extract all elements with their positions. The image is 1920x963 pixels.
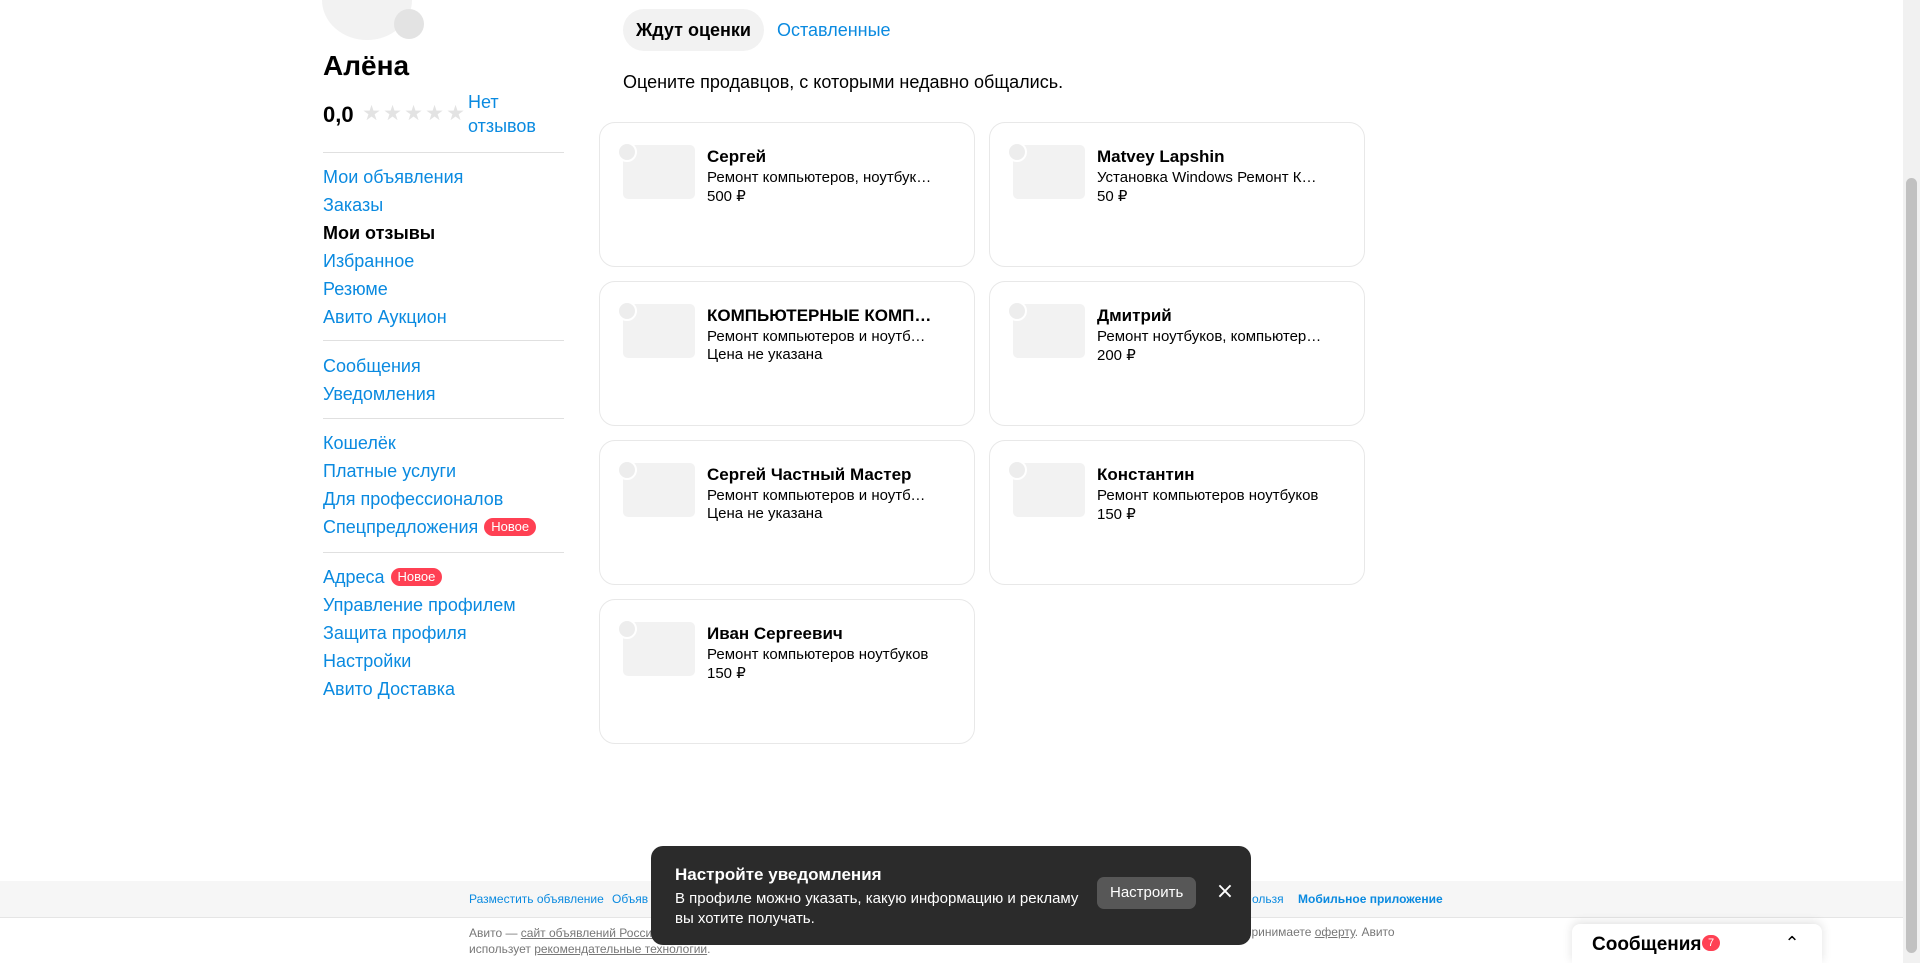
sidebar-item-profile-management[interactable]: Управление профилем <box>323 591 563 619</box>
avatar-edit-icon[interactable] <box>394 9 424 39</box>
listing-title: Ремонт компьютеров ноутбуков <box>1097 487 1319 504</box>
listing-title: Установка Windows Ремонт Компьютеров <box>1097 169 1322 186</box>
seller-name: Константин <box>1097 465 1195 484</box>
sidebar-group-account: Мои объявления Заказы Мои отзывы Избранн… <box>323 163 563 331</box>
sidebar-item-orders[interactable]: Заказы <box>323 191 563 219</box>
tab-left[interactable]: Оставленные <box>764 9 904 51</box>
listing-title: Ремонт компьютеров, ноутбуков <box>707 169 932 186</box>
scrollbar-thumb[interactable] <box>1906 178 1917 953</box>
profile-name: Алёна <box>323 50 410 81</box>
listing-title: Ремонт компьютеров и ноутбуков <box>707 487 932 504</box>
seller-avatar <box>1007 142 1027 162</box>
listing-title: Ремонт компьютеров ноутбуков <box>707 646 929 663</box>
sidebar-item-profile-protection[interactable]: Защита профиля <box>323 619 563 647</box>
seller-card[interactable]: Сергей Частный Мастер Ремонт компьютеров… <box>599 440 975 585</box>
sidebar-item-wallet[interactable]: Кошелёк <box>323 429 563 457</box>
listing-price: Цена не указана <box>707 505 823 522</box>
sidebar-item-notifications[interactable]: Уведомления <box>323 380 563 408</box>
toast-title: Настройте уведомления <box>675 865 882 884</box>
sidebar-item-addresses[interactable]: Адреса Новое <box>323 563 563 591</box>
tab-hint: Оцените продавцов, с которыми недавно об… <box>623 72 1064 92</box>
sidebar-item-settings[interactable]: Настройки <box>323 647 563 675</box>
sidebar-divider <box>323 152 564 153</box>
chevron-up-icon[interactable]: ⌃ <box>1782 934 1802 954</box>
footer-link-ads[interactable]: Объяв <box>612 892 648 906</box>
footer-legal-right: ы принимаете оферту. Авито <box>1233 925 1395 939</box>
sidebar-group-messages: Сообщения Уведомления <box>323 352 563 408</box>
sidebar-group-services: Кошелёк Платные услуги Для профессионало… <box>323 429 563 541</box>
seller-card[interactable]: Дмитрий Ремонт ноутбуков, компьютеров 20… <box>989 281 1365 426</box>
new-badge: Новое <box>390 568 443 586</box>
listing-title: Ремонт компьютеров и ноутбуков <box>707 328 932 345</box>
messages-label: Сообщения <box>1592 934 1702 955</box>
listing-price: 500 ₽ <box>707 188 746 205</box>
seller-name: Иван Сергеевич <box>707 624 843 643</box>
seller-name: Сергей Частный Мастер <box>707 465 912 484</box>
notification-toast: Настройте уведомления В профиле можно ук… <box>651 846 1251 945</box>
sidebar-group-profile: Адреса Новое Управление профилем Защита п… <box>323 563 563 703</box>
seller-avatar <box>617 301 637 321</box>
seller-name: Сергей <box>707 147 767 166</box>
sidebar-item-label: Спецпредложения <box>323 517 479 537</box>
seller-avatar <box>617 619 637 639</box>
toast-text: В профиле можно указать, какую информаци… <box>675 890 1079 927</box>
reviews-tabs: Ждут оценки Оставленные <box>623 9 904 51</box>
seller-name: КОМПЬЮТЕРНЫЕ КОМПЛЕКТУЮЩИЕ <box>707 306 932 325</box>
sidebar-item-for-pros[interactable]: Для профессионалов <box>323 485 563 513</box>
page-scrollbar[interactable] <box>1903 0 1920 963</box>
listing-price: 150 ₽ <box>1097 506 1136 523</box>
listing-price: 50 ₽ <box>1097 188 1128 205</box>
sidebar-item-delivery[interactable]: Авито Доставка <box>323 675 563 703</box>
sidebar-item-auction[interactable]: Авито Аукцион <box>323 303 563 331</box>
tab-awaiting[interactable]: Ждут оценки <box>623 9 764 51</box>
seller-avatar <box>617 460 637 480</box>
star-icon: ★ <box>425 101 444 125</box>
star-icon: ★ <box>383 101 402 125</box>
seller-card[interactable]: Сергей Ремонт компьютеров, ноутбуков 500… <box>599 122 975 267</box>
seller-card[interactable]: Константин Ремонт компьютеров ноутбуков … <box>989 440 1365 585</box>
listing-price: Цена не указана <box>707 346 823 363</box>
listing-title: Ремонт ноутбуков, компьютеров <box>1097 328 1322 345</box>
legal-text: использует <box>469 942 535 956</box>
seller-name: Дмитрий <box>1097 306 1172 325</box>
star-icon: ★ <box>446 101 465 125</box>
seller-avatar <box>617 142 637 162</box>
listing-price: 150 ₽ <box>707 665 746 682</box>
footer-link-mobile-app[interactable]: Мобильное приложение <box>1298 892 1443 906</box>
rating-value: 0,0 <box>323 102 354 127</box>
star-icon: ★ <box>362 101 381 125</box>
messages-count-badge: 7 <box>1702 935 1720 951</box>
seller-card[interactable]: Matvey Lapshin Установка Windows Ремонт … <box>989 122 1365 267</box>
seller-avatar <box>1007 460 1027 480</box>
legal-text: . Авито <box>1354 925 1395 939</box>
sidebar-item-paid-services[interactable]: Платные услуги <box>323 457 563 485</box>
sidebar-item-special-offers[interactable]: Спецпредложения Новое <box>323 513 563 541</box>
sidebar-divider <box>323 340 564 341</box>
sidebar-divider <box>323 552 564 553</box>
seller-card[interactable]: Иван Сергеевич Ремонт компьютеров ноутбу… <box>599 599 975 744</box>
legal-link[interactable]: сайт объявлений России <box>521 926 659 940</box>
sidebar-item-my-ads[interactable]: Мои объявления <box>323 163 563 191</box>
sidebar-item-messages[interactable]: Сообщения <box>323 352 563 380</box>
seller-avatar <box>1007 301 1027 321</box>
configure-button[interactable]: Настроить <box>1097 877 1197 909</box>
listing-price: 200 ₽ <box>1097 347 1136 364</box>
star-icon: ★ <box>404 101 423 125</box>
messages-panel[interactable]: Сообщения 7 ⌃ <box>1572 924 1822 963</box>
sidebar-divider <box>323 418 564 419</box>
footer-link-rules[interactable]: ользя <box>1252 892 1284 906</box>
seller-card[interactable]: КОМПЬЮТЕРНЫЕ КОМПЛЕКТУЮЩИЕ Ремонт компью… <box>599 281 975 426</box>
sidebar-item-favorites[interactable]: Избранное <box>323 247 563 275</box>
legal-text: Авито — <box>469 926 521 940</box>
seller-name: Matvey Lapshin <box>1097 147 1225 166</box>
sidebar-item-resume[interactable]: Резюме <box>323 275 563 303</box>
footer-link-post-ad[interactable]: Разместить объявление <box>469 892 604 906</box>
close-icon[interactable]: × <box>1214 881 1236 903</box>
new-badge: Новое <box>484 518 537 536</box>
offer-link[interactable]: оферту <box>1315 925 1355 939</box>
rating-stars: ★ ★ ★ ★ ★ <box>361 102 466 124</box>
no-reviews-link[interactable]: Нет отзывов <box>468 90 548 138</box>
sidebar-item-label: Адреса <box>323 567 385 587</box>
sidebar-item-my-reviews[interactable]: Мои отзывы <box>323 219 563 247</box>
